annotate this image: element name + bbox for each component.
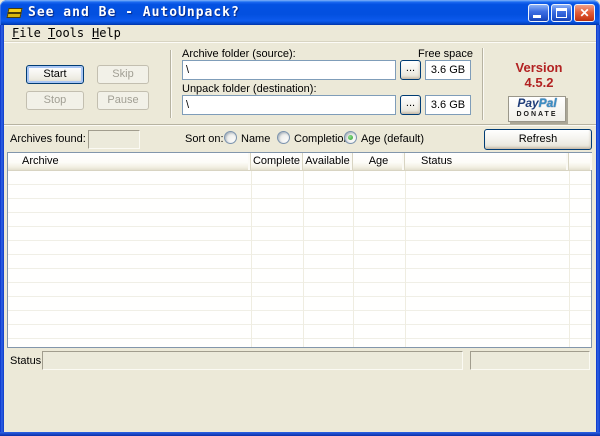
window-border-bottom: [0, 432, 600, 436]
minimize-icon: [533, 15, 541, 18]
window-border-left: [0, 25, 4, 432]
archives-found-value: [88, 130, 140, 149]
dest-folder-label: Unpack folder (destination):: [182, 83, 317, 95]
dest-free-space: 3.6 GB: [425, 95, 471, 115]
archives-found-label: Archives found:: [10, 133, 86, 145]
column-header-age[interactable]: Age: [353, 153, 405, 170]
start-button[interactable]: Start: [26, 65, 84, 84]
radio-sort-age-label[interactable]: Age (default): [361, 133, 424, 145]
window-border-right: [596, 25, 600, 432]
source-folder-label: Archive folder (source):: [182, 48, 296, 60]
list-header: Archive Complete Available Age Status: [8, 153, 591, 171]
status-value: [42, 351, 463, 370]
column-header-blank: [569, 153, 592, 170]
skip-button[interactable]: Skip: [97, 65, 149, 84]
paypal-logo: PayPal: [509, 97, 565, 110]
menu-tools[interactable]: Tools: [44, 25, 88, 41]
window-title: See and Be - AutoUnpack?: [28, 0, 240, 25]
radio-dot-icon: [348, 135, 353, 140]
radio-sort-completion[interactable]: [277, 131, 290, 144]
menu-bar: File Tools Help: [4, 25, 596, 42]
maximize-button[interactable]: [551, 4, 572, 22]
menu-file[interactable]: File: [8, 25, 45, 41]
separator-buttons: [170, 50, 172, 118]
paypal-donate-button[interactable]: PayPal DONATE: [508, 96, 566, 122]
version-number: 4.5.2: [487, 75, 591, 90]
separator-version: [482, 48, 484, 120]
source-folder-input[interactable]: [182, 60, 396, 80]
close-icon: ✕: [575, 5, 594, 22]
app-icon: [7, 6, 23, 20]
radio-sort-age[interactable]: [344, 131, 357, 144]
stop-button[interactable]: Stop: [26, 91, 84, 110]
sort-on-label: Sort on:: [185, 133, 224, 145]
dest-browse-button[interactable]: ...: [400, 95, 421, 115]
column-header-complete[interactable]: Complete: [251, 153, 303, 170]
radio-sort-completion-label[interactable]: Completion: [294, 133, 350, 145]
column-header-available[interactable]: Available: [303, 153, 353, 170]
status-secondary: [470, 351, 590, 370]
minimize-button[interactable]: [528, 4, 549, 22]
status-label: Status:: [10, 355, 44, 367]
separator-panel: [4, 124, 596, 126]
title-bar[interactable]: See and Be - AutoUnpack? ✕: [0, 0, 600, 25]
column-header-archive[interactable]: Archive: [8, 153, 251, 170]
maximize-icon: [556, 8, 567, 18]
source-browse-button[interactable]: ...: [400, 60, 421, 80]
menu-help[interactable]: Help: [88, 25, 125, 41]
dest-folder-input[interactable]: [182, 95, 396, 115]
radio-sort-name[interactable]: [224, 131, 237, 144]
radio-sort-name-label[interactable]: Name: [241, 133, 270, 145]
free-space-label: Free space: [418, 48, 472, 60]
version-info: Version 4.5.2: [487, 60, 591, 90]
paypal-donate-label: DONATE: [509, 110, 565, 119]
column-header-status[interactable]: Status: [405, 153, 569, 170]
archive-list: Archive Complete Available Age Status: [7, 152, 592, 348]
application-window: See and Be - AutoUnpack? ✕ File Tools He…: [0, 0, 600, 436]
pause-button[interactable]: Pause: [97, 91, 149, 110]
refresh-button[interactable]: Refresh: [484, 129, 592, 150]
list-body: [8, 171, 591, 347]
source-free-space: 3.6 GB: [425, 60, 471, 80]
close-button[interactable]: ✕: [574, 4, 595, 22]
version-label: Version: [487, 60, 591, 75]
